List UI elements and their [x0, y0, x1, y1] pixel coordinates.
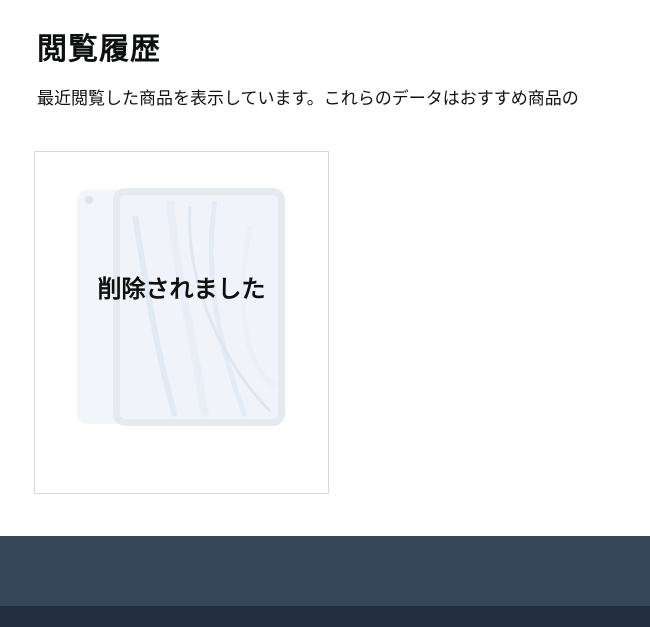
footer-back-to-top[interactable]: [0, 536, 650, 606]
deleted-status-label: 削除されました: [97, 275, 266, 303]
page-title: 閲覧履歴: [37, 32, 161, 67]
browsing-history-page: 閲覧履歴 最近閲覧した商品を表示しています。これらのデータはおすすめ商品の 削除…: [0, 0, 650, 627]
page-description: 最近閲覧した商品を表示しています。これらのデータはおすすめ商品の: [37, 89, 579, 109]
footer-navigation: [0, 606, 650, 627]
history-item-card[interactable]: 削除されました: [34, 151, 329, 494]
tablet-icon: [77, 188, 285, 426]
